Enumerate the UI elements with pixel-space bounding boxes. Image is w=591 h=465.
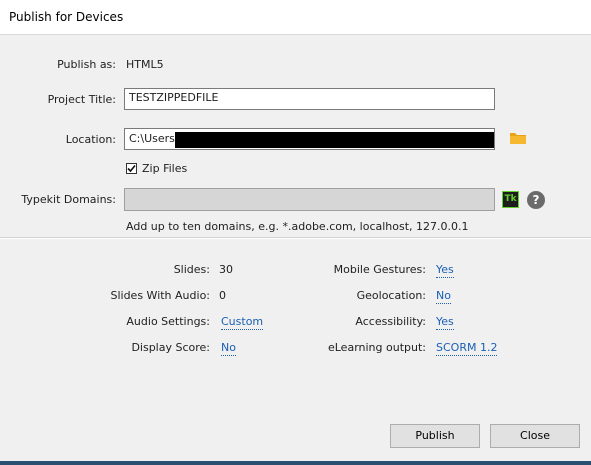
project-title-input[interactable]: TESTZIPPEDFILE: [124, 88, 495, 110]
accessibility-link[interactable]: Yes: [436, 315, 454, 330]
display-score-link[interactable]: No: [221, 341, 236, 356]
slides-value: 30: [219, 263, 233, 276]
title-bar: Publish for Devices: [0, 0, 591, 35]
typekit-domains-input[interactable]: [124, 188, 495, 211]
elearning-output-link[interactable]: SCORM 1.2: [436, 341, 498, 356]
accessibility-label: Accessibility:: [355, 315, 426, 328]
audio-settings-label: Audio Settings:: [126, 315, 210, 328]
slides-with-audio-value: 0: [219, 289, 226, 302]
separator: [0, 237, 591, 239]
slides-with-audio-label: Slides With Audio:: [110, 289, 210, 302]
location-input[interactable]: C:\Users: [124, 128, 495, 150]
elearning-output-label: eLearning output:: [327, 341, 426, 354]
publish-as-value: HTML5: [126, 58, 164, 71]
typekit-domains-label: Typekit Domains:: [21, 193, 116, 206]
publish-as-label: Publish as:: [57, 58, 116, 71]
taskbar-strip: [0, 461, 591, 465]
redacted-path: [174, 132, 494, 148]
zip-files-label: Zip Files: [142, 162, 188, 175]
geolocation-link[interactable]: No: [436, 289, 451, 304]
help-icon[interactable]: ?: [527, 191, 545, 209]
folder-icon[interactable]: [509, 131, 527, 148]
geolocation-label: Geolocation:: [356, 289, 426, 302]
slides-label: Slides:: [173, 263, 210, 276]
mobile-gestures-link[interactable]: Yes: [436, 263, 454, 278]
typekit-icon[interactable]: Tk: [502, 191, 519, 208]
mobile-gestures-label: Mobile Gestures:: [333, 263, 426, 276]
project-title-label: Project Title:: [47, 93, 116, 106]
check-icon: [127, 164, 136, 173]
audio-settings-link[interactable]: Custom: [221, 315, 264, 330]
close-button[interactable]: Close: [490, 424, 580, 448]
publish-button[interactable]: Publish: [390, 424, 480, 448]
project-title-value: TESTZIPPEDFILE: [129, 91, 219, 104]
window-title: Publish for Devices: [9, 10, 124, 24]
display-score-label: Display Score:: [131, 341, 210, 354]
typekit-hint: Add up to ten domains, e.g. *.adobe.com,…: [126, 220, 469, 233]
location-value: C:\Users: [129, 132, 175, 145]
location-label: Location:: [65, 133, 116, 146]
zip-files-checkbox[interactable]: [126, 163, 137, 174]
